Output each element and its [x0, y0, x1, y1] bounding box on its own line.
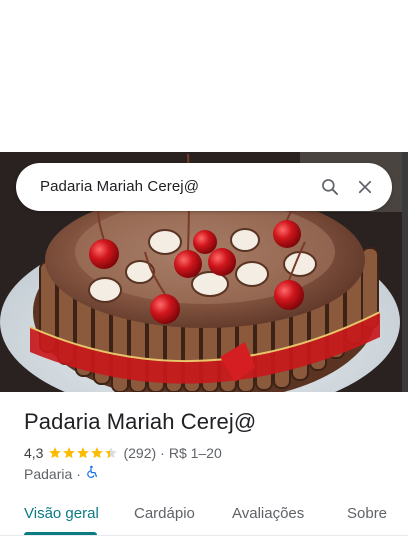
tab-reviews[interactable]: Avaliações [232, 505, 304, 522]
category-row: Padaria · [24, 465, 99, 482]
tab-overview[interactable]: Visão geral [24, 505, 99, 522]
rating-value: 4,3 [24, 445, 44, 461]
place-name: Padaria Mariah Cerej@ [24, 409, 257, 434]
place-panel: Padaria Mariah Cerej@ Padaria Mariah Cer… [0, 0, 408, 544]
star-icon [49, 447, 62, 459]
star-icon [63, 447, 76, 459]
wheelchair-icon [85, 465, 99, 482]
separator: · [76, 465, 81, 482]
star-icon [91, 447, 104, 459]
tab-about[interactable]: Sobre [347, 505, 387, 522]
rating-row: 4,3 (292) · R$ 1–20 [24, 445, 222, 461]
close-icon[interactable] [353, 175, 377, 199]
search-input[interactable]: Padaria Mariah Cerej@ [40, 178, 199, 195]
star-rating [48, 446, 118, 460]
review-count[interactable]: (292) [123, 445, 156, 461]
place-tabs: Visão geral Cardápio Avaliações Sobre [0, 492, 408, 544]
search-bar[interactable]: Padaria Mariah Cerej@ [16, 163, 392, 211]
category[interactable]: Padaria [24, 466, 72, 482]
separator: · [160, 445, 165, 461]
tab-menu[interactable]: Cardápio [134, 505, 195, 522]
price-range: R$ 1–20 [168, 445, 222, 461]
search-icon[interactable] [318, 175, 342, 199]
photo-edge [402, 152, 408, 392]
star-half-icon [105, 447, 118, 459]
star-icon [77, 447, 90, 459]
tabs-divider [0, 535, 408, 536]
